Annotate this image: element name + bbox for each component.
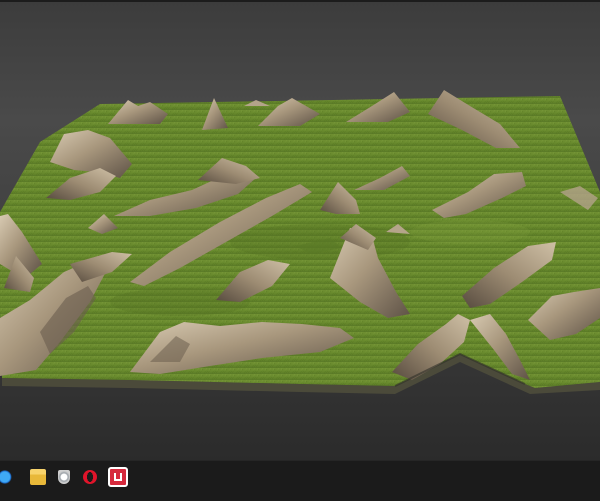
- 3d-viewport[interactable]: [0, 2, 600, 460]
- file-explorer-icon[interactable]: [30, 469, 46, 485]
- terrain-render: [0, 90, 600, 394]
- security-shield-icon[interactable]: [58, 470, 70, 484]
- opera-icon[interactable]: [83, 470, 97, 484]
- taskbar: [0, 460, 600, 501]
- app-icon[interactable]: [108, 467, 128, 487]
- edge-icon[interactable]: [0, 469, 12, 485]
